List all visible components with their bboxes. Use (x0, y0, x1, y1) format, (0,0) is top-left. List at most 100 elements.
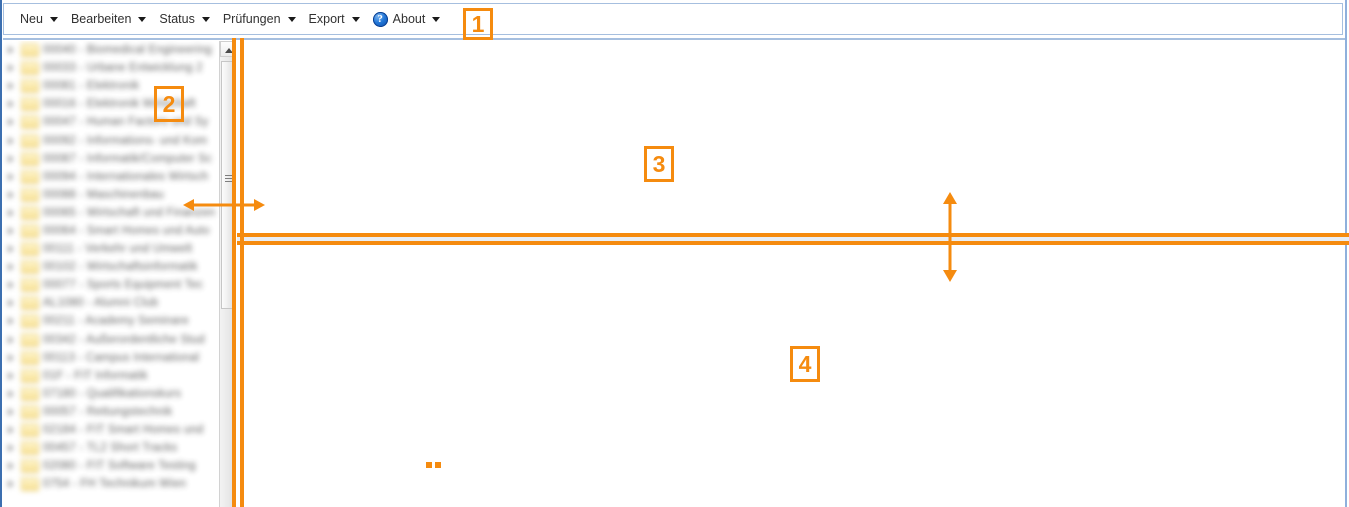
menu-item-neu[interactable]: Neu (16, 4, 67, 34)
chevron-right-icon[interactable] (8, 426, 14, 435)
tree-item[interactable]: 02080 - FIT Software Testing (3, 457, 219, 475)
chevron-right-icon[interactable] (8, 462, 14, 471)
chevron-right-icon[interactable] (8, 263, 14, 272)
chevron-down-icon (432, 16, 441, 22)
folder-icon (21, 441, 39, 456)
menu-item-status-label: Status (159, 12, 195, 26)
tree-item[interactable]: 00064 - Smart Homes und Auto (3, 222, 219, 240)
folder-icon (21, 169, 39, 184)
tree-item-label: 00094 - Internationales Wirtsch (43, 170, 209, 183)
window-border-right (1345, 0, 1347, 507)
chevron-right-icon[interactable] (8, 100, 14, 109)
tree-item[interactable]: 00102 - Wirtschaftsinformatik (3, 258, 219, 276)
horizontal-resize-arrow (183, 199, 265, 211)
folder-icon (21, 61, 39, 76)
annotation-badge-3: 3 (644, 146, 674, 182)
tree-item[interactable]: 00342 - Außerordentliche Stud (3, 331, 219, 349)
chevron-right-icon[interactable] (8, 389, 14, 398)
tree-item[interactable]: 00111 - Verkehr und Umwelt (3, 240, 219, 258)
folder-icon (21, 205, 39, 220)
tree-item[interactable]: 00087 - Informatik/Computer Sc (3, 150, 219, 168)
folder-icon (21, 386, 39, 401)
menu-item-pruefungen[interactable]: Prüfungen (219, 4, 305, 34)
help-circle-icon: ? (372, 11, 388, 27)
chevron-right-icon[interactable] (8, 281, 14, 290)
menu-item-export[interactable]: Export (305, 4, 369, 34)
annotation-horizontal-line-top (237, 233, 1349, 237)
main-menu-bar: Neu Bearbeiten Status Prüfungen Export ?… (3, 3, 1343, 35)
tree-item-label: 00081 - Elektronik (43, 80, 140, 93)
tree-item[interactable]: 00016 - Elektronik Wirtschaft (3, 95, 219, 113)
upper-content-pane[interactable] (237, 41, 1345, 235)
tree-item[interactable]: 00457 - TL2 Short Tracks (3, 439, 219, 457)
tree-item[interactable]: 0754 - FH Technikum Wien (3, 475, 219, 493)
chevron-right-icon[interactable] (8, 172, 14, 181)
tree-item-label: 00077 - Sports Equipment Tec (43, 279, 204, 292)
tree-item-label: 00088 - Maschinenbau (43, 188, 164, 201)
folder-icon (21, 187, 39, 202)
annotation-vertical-line-right (240, 38, 244, 507)
folder-icon (21, 404, 39, 419)
chevron-down-icon (287, 16, 296, 22)
chevron-right-icon[interactable] (8, 480, 14, 489)
tree-item-label: 00342 - Außerordentliche Stud (43, 333, 205, 346)
tree-item-label: 00457 - TL2 Short Tracks (43, 442, 178, 455)
chevron-right-icon[interactable] (8, 136, 14, 145)
folder-icon (21, 314, 39, 329)
chevron-right-icon[interactable] (8, 46, 14, 55)
chevron-right-icon[interactable] (8, 317, 14, 326)
tree-item[interactable]: 00047 - Human Factors und Sy (3, 113, 219, 131)
menu-item-status[interactable]: Status (155, 4, 218, 34)
chevron-right-icon[interactable] (8, 118, 14, 127)
folder-icon (21, 151, 39, 166)
chevron-right-icon[interactable] (8, 154, 14, 163)
tree-item[interactable]: 00040 - Biomedical Engineering (3, 41, 219, 59)
chevron-right-icon[interactable] (8, 190, 14, 199)
chevron-right-icon[interactable] (8, 444, 14, 453)
tree-item[interactable]: 00211 - Academy Seminare (3, 312, 219, 330)
tree-item-label: 0754 - FH Technikum Wien (43, 478, 187, 491)
annotation-badge-1: 1 (463, 8, 493, 40)
folder-icon (21, 115, 39, 130)
chevron-right-icon[interactable] (8, 299, 14, 308)
tree-item[interactable]: 00033 - Urbane Entwicklung 2 (3, 59, 219, 77)
chevron-right-icon[interactable] (8, 82, 14, 91)
chevron-right-icon[interactable] (8, 208, 14, 217)
tree-item[interactable]: 00094 - Internationales Wirtsch (3, 168, 219, 186)
chevron-right-icon[interactable] (8, 353, 14, 362)
tree-item-label: 01F - FIT Informatik (43, 369, 148, 382)
annotation-horizontal-line-bottom (237, 241, 1349, 245)
annotation-dot-right (435, 462, 441, 468)
tree-item[interactable]: 00077 - Sports Equipment Tec (3, 276, 219, 294)
menu-item-bearbeiten[interactable]: Bearbeiten (67, 4, 155, 34)
chevron-right-icon[interactable] (8, 64, 14, 73)
chevron-right-icon[interactable] (8, 407, 14, 416)
folder-icon (21, 242, 39, 257)
course-tree-panel[interactable]: 00040 - Biomedical Engineering 00033 - Ur… (3, 41, 220, 507)
tree-item-label: 02184 - FIT Smart Homes und (43, 424, 204, 437)
chevron-down-icon (201, 16, 210, 22)
tree-item[interactable]: 07180 - Qualifikationskurs (3, 385, 219, 403)
chevron-right-icon[interactable] (8, 335, 14, 344)
toolbar-separator (3, 38, 1345, 40)
tree-item[interactable]: 01F - FIT Informatik (3, 367, 219, 385)
chevron-down-icon (351, 16, 360, 22)
menu-item-about[interactable]: ? About (369, 4, 450, 34)
tree-item[interactable]: AL1080 - Alumni Club (3, 294, 219, 312)
tree-item[interactable]: 00113 - Campus International (3, 349, 219, 367)
tree-item-label: 00113 - Campus International (43, 351, 200, 364)
tree-item[interactable]: 02184 - FIT Smart Homes und (3, 421, 219, 439)
tree-item[interactable]: 00081 - Elektronik (3, 77, 219, 95)
tree-item-label: 02080 - FIT Software Testing (43, 460, 196, 473)
tree-item-label: 00040 - Biomedical Engineering (43, 44, 213, 57)
chevron-right-icon[interactable] (8, 245, 14, 254)
folder-icon (21, 296, 39, 311)
tree-item-label: 07180 - Qualifikationskurs (43, 387, 182, 400)
chevron-right-icon[interactable] (8, 226, 14, 235)
menu-item-about-label: About (392, 12, 426, 26)
tree-item[interactable]: 00092 - Informations- und Kom (3, 131, 219, 149)
tree-item[interactable]: 00057 - Rettungstechnik (3, 403, 219, 421)
folder-icon (21, 368, 39, 383)
menu-item-neu-label: Neu (20, 12, 43, 26)
chevron-right-icon[interactable] (8, 371, 14, 380)
